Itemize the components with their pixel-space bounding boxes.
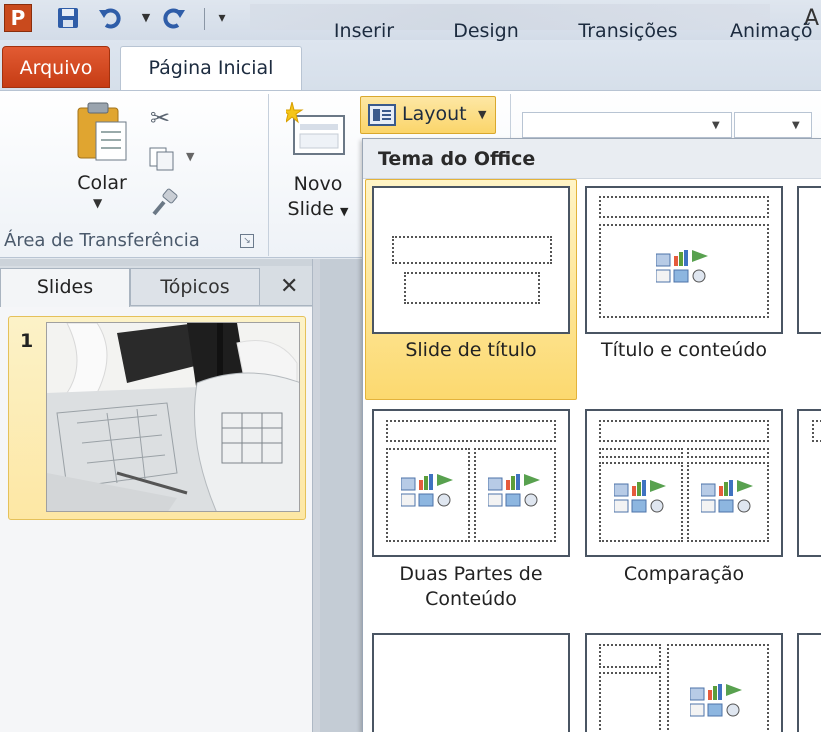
panel-splitter[interactable] xyxy=(312,259,320,732)
title-placeholder xyxy=(812,420,821,442)
layout-label: Comparação xyxy=(623,563,745,585)
powerpoint-logo-icon[interactable]: P xyxy=(4,4,32,32)
content-icons-icon xyxy=(689,684,742,718)
title-placeholder xyxy=(599,420,769,442)
paste-dropdown-icon[interactable]: ▼ xyxy=(93,196,102,210)
layout-label-line2: Conteúdo xyxy=(425,588,517,610)
layout-dropdown-icon: ▼ xyxy=(478,108,487,121)
paste-button[interactable]: Colar xyxy=(60,172,144,194)
title-placeholder xyxy=(386,420,556,442)
save-icon[interactable] xyxy=(56,6,80,30)
tab-animations[interactable]: Animaçõ xyxy=(730,14,821,50)
group-separator xyxy=(268,94,269,256)
title-placeholder xyxy=(599,196,769,218)
content-icons-icon xyxy=(613,480,666,514)
layout-tile-blank[interactable] xyxy=(372,633,570,732)
new-slide-button[interactable]: Novo Slide ▼ xyxy=(276,172,360,224)
cut-icon[interactable]: ✂ xyxy=(150,104,170,132)
layout-label: Título e conteúdo xyxy=(600,339,768,361)
font-name-dropdown-icon[interactable]: ▼ xyxy=(712,120,720,131)
content-icons-icon xyxy=(700,480,753,514)
qat-separator xyxy=(204,8,205,30)
layout-tile-partial[interactable] xyxy=(797,186,821,334)
redo-icon[interactable] xyxy=(160,6,185,30)
tab-insert[interactable]: Inserir xyxy=(326,14,402,50)
copy-icon[interactable] xyxy=(148,146,178,178)
content-icons-icon xyxy=(400,474,453,508)
close-icon[interactable]: ✕ xyxy=(280,274,298,299)
undo-icon[interactable] xyxy=(98,6,122,30)
layout-label-group: Duas Partes de Conteúdo xyxy=(372,562,570,612)
new-slide-label-line1: Novo xyxy=(293,173,343,195)
layout-label: Layout xyxy=(402,103,467,125)
tab-transitions[interactable]: Transições xyxy=(566,14,690,50)
tab-topics[interactable]: Tópicos xyxy=(130,268,260,306)
font-size-combo[interactable] xyxy=(734,112,812,138)
content-icons-icon xyxy=(655,250,708,284)
clipboard-group-label: Área de Transferência xyxy=(4,230,200,251)
heading-placeholder-left xyxy=(599,448,683,458)
layout-icon xyxy=(368,104,396,126)
new-slide-icon[interactable] xyxy=(280,101,345,158)
slide-thumbnail-image[interactable] xyxy=(46,322,300,512)
layout-label: Slide de título xyxy=(405,339,537,361)
new-slide-dropdown-icon[interactable]: ▼ xyxy=(340,205,348,218)
format-painter-icon[interactable] xyxy=(150,188,180,224)
copy-dropdown-icon[interactable]: ▼ xyxy=(186,150,194,163)
undo-dropdown-icon[interactable]: ▼ xyxy=(134,6,158,30)
paste-icon[interactable] xyxy=(74,100,130,166)
slide-workarea xyxy=(320,259,362,732)
subtitle-placeholder xyxy=(404,272,540,304)
text-placeholder xyxy=(599,672,661,732)
content-icons-icon xyxy=(487,474,540,508)
slide-number: 1 xyxy=(20,330,34,352)
tab-design[interactable]: Design xyxy=(444,14,528,50)
font-size-dropdown-icon[interactable]: ▼ xyxy=(792,120,800,131)
dialog-launcher-icon[interactable]: ↘ xyxy=(240,234,254,248)
gallery-title: Tema do Office xyxy=(378,148,536,170)
title-placeholder xyxy=(599,644,661,668)
customize-icon[interactable]: ▾ xyxy=(210,6,234,30)
new-slide-label-line2: Slide xyxy=(287,198,334,220)
layout-label: Duas Partes de xyxy=(399,563,543,585)
tab-file[interactable]: Arquivo xyxy=(2,46,110,88)
layout-tile-partial[interactable] xyxy=(797,633,821,732)
heading-placeholder-right xyxy=(687,448,769,458)
font-name-combo[interactable] xyxy=(522,112,732,138)
title-placeholder xyxy=(392,236,552,264)
tab-slides[interactable]: Slides xyxy=(0,268,130,308)
tab-home[interactable]: Página Inicial xyxy=(120,46,302,92)
